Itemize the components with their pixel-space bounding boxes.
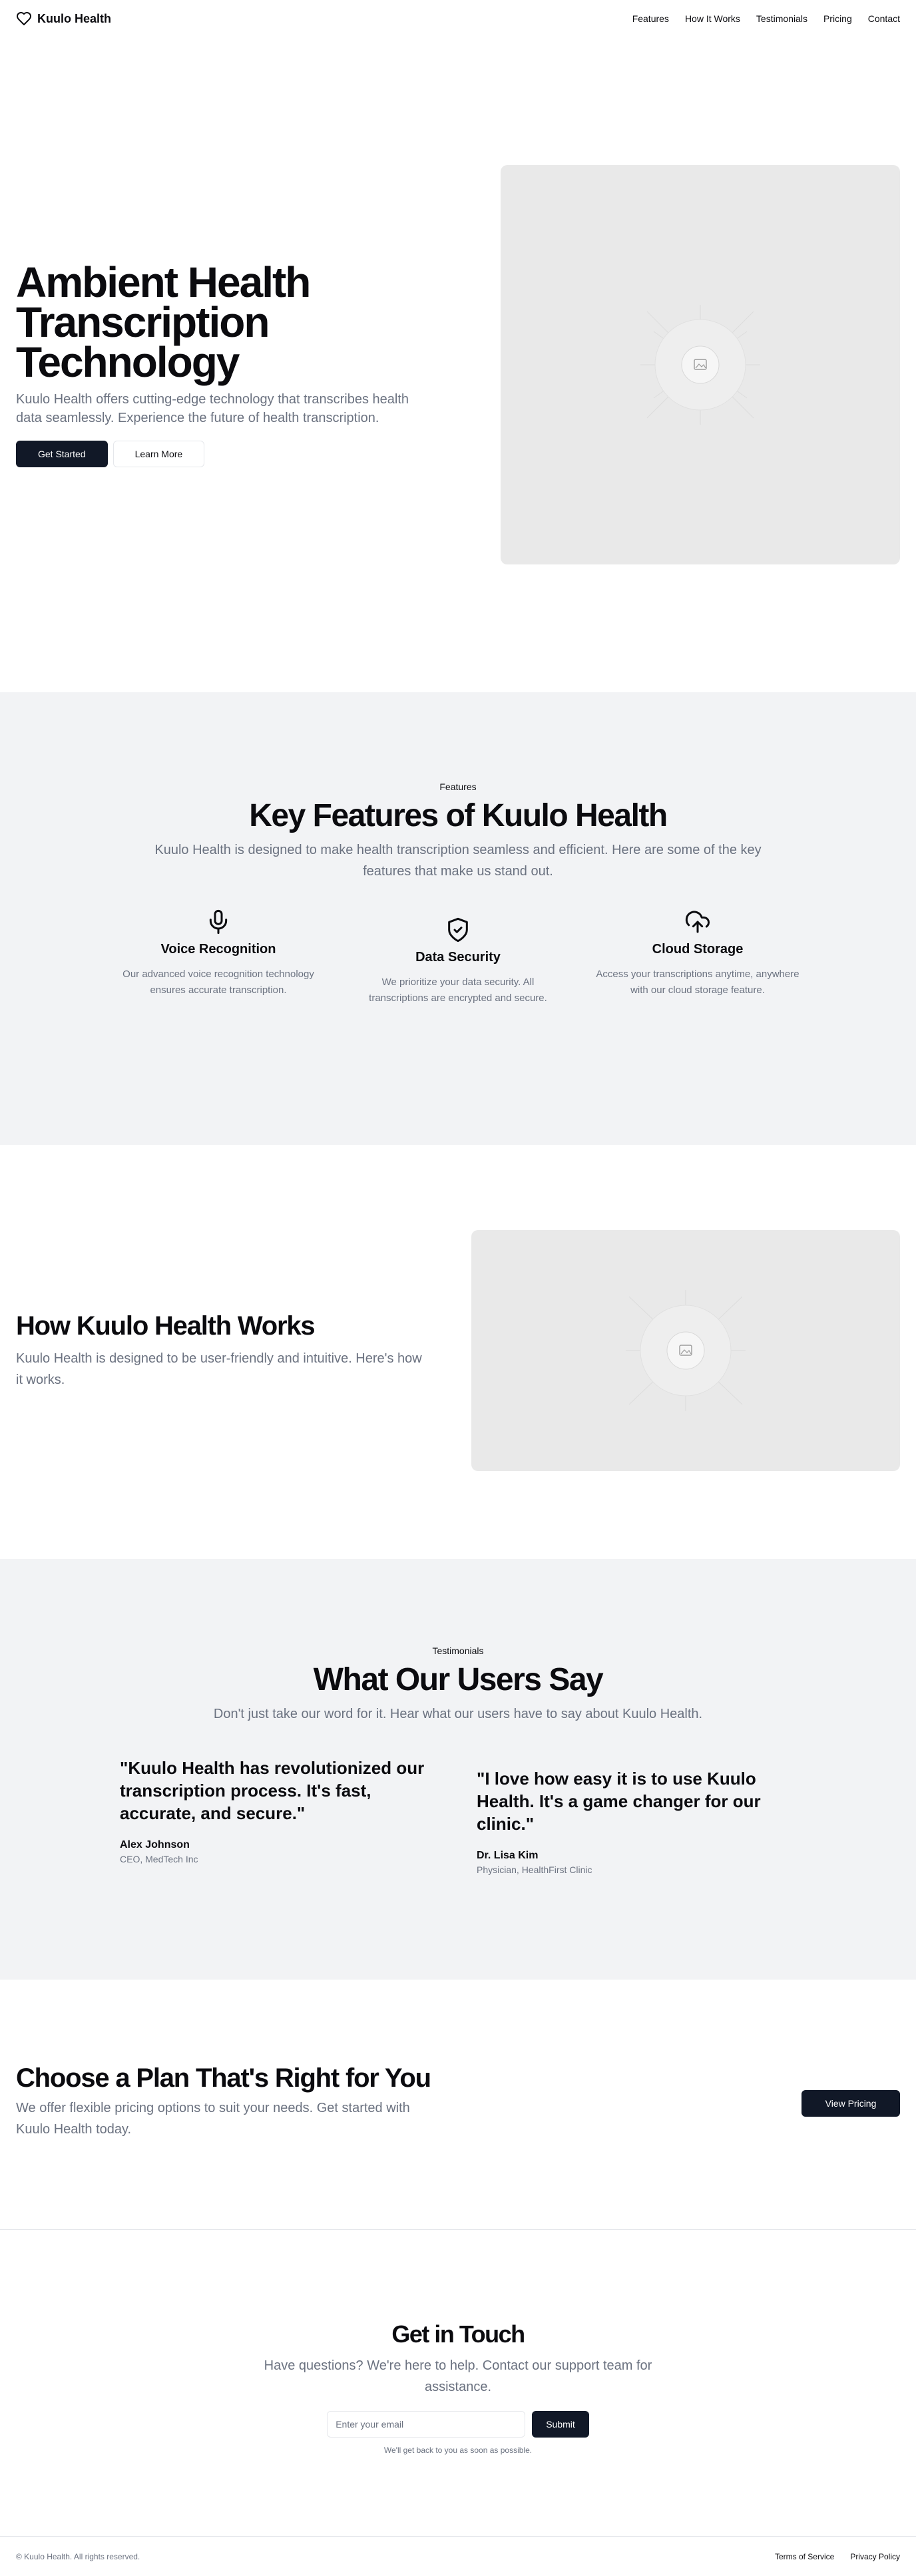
testimonial-quote: "I love how easy it is to use Kuulo Heal… [477, 1769, 761, 1834]
testimonial-role: Physician, HealthFirst Clinic [477, 1864, 592, 1875]
get-started-button[interactable]: Get Started [16, 441, 108, 467]
feature-card-voice-recognition: Voice Recognition Our advanced voice rec… [112, 909, 325, 1006]
features-grid: Voice Recognition Our advanced voice rec… [0, 909, 916, 1006]
testimonial-author: Dr. Lisa Kim [477, 1850, 539, 1861]
privacy-policy-link[interactable]: Privacy Policy [850, 2552, 900, 2561]
terms-of-service-link[interactable]: Terms of Service [775, 2552, 834, 2561]
how-it-works-section: How Kuulo Health Works Kuulo Health is d… [0, 1145, 916, 1559]
nav-link-how-it-works[interactable]: How It Works [685, 13, 740, 24]
landing-page: Kuulo Health Features How It Works Testi… [0, 0, 916, 2576]
feature-title: Cloud Storage [652, 942, 744, 957]
site-footer: © Kuulo Health. All rights reserved. Ter… [0, 2536, 916, 2576]
testimonials-subtitle: Don't just take our word for it. Hear wh… [213, 1707, 703, 1721]
features-subtitle: Kuulo Health is designed to make health … [154, 843, 762, 879]
contact-note: We'll get back to you as soon as possibl… [383, 2446, 533, 2455]
pricing-subtitle: We offer flexible pricing options to sui… [16, 2101, 410, 2137]
contact-title: Get in Touch [391, 2320, 525, 2348]
nav-link-contact[interactable]: Contact [868, 13, 900, 24]
features-section: Features Key Features of Kuulo Health Ku… [0, 692, 916, 1145]
testimonial-quote: "Kuulo Health has revolutionized our tra… [120, 1758, 425, 1823]
submit-button[interactable]: Submit [532, 2411, 589, 2438]
footer-links: Terms of Service Privacy Policy [775, 2552, 900, 2561]
learn-more-button[interactable]: Learn More [113, 441, 205, 467]
feature-card-cloud-storage: Cloud Storage Access your transcriptions… [591, 909, 804, 1006]
main-nav: Features How It Works Testimonials Prici… [632, 13, 900, 24]
feature-card-data-security: Data Security We prioritize your data se… [351, 917, 565, 1006]
nav-link-pricing[interactable]: Pricing [823, 13, 852, 24]
testimonials-eyebrow: Testimonials [432, 1645, 484, 1656]
testimonial-role: CEO, MedTech Inc [120, 1854, 198, 1864]
hero-section: Ambient Health Transcription Technology … [0, 37, 916, 692]
hero-subtitle: Kuulo Health offers cutting-edge technol… [16, 392, 409, 425]
microphone-icon [209, 909, 228, 935]
placeholder-graphic [471, 1230, 900, 1471]
email-input[interactable] [327, 2411, 526, 2438]
feature-description: We prioritize your data security. All tr… [369, 976, 547, 1004]
how-it-works-content: How Kuulo Health Works Kuulo Health is d… [16, 1311, 429, 1391]
placeholder-graphic [501, 165, 900, 564]
brand[interactable]: Kuulo Health [16, 11, 111, 27]
hero-buttons: Get Started Learn More [16, 441, 415, 467]
image-placeholder-icon [626, 1290, 746, 1411]
how-it-works-subtitle: Kuulo Health is designed to be user-frie… [16, 1351, 422, 1387]
hero-image-placeholder [501, 165, 900, 564]
contact-subtitle: Have questions? We're here to help. Cont… [264, 2358, 652, 2394]
features-title: Key Features of Kuulo Health [249, 798, 668, 833]
image-placeholder-icon [640, 305, 760, 425]
cloud-upload-icon [685, 911, 710, 933]
how-it-works-title: How Kuulo Health Works [16, 1311, 316, 1341]
pricing-title: Choose a Plan That's Right for You [16, 2063, 431, 2093]
feature-description: Access your transcriptions anytime, anyw… [596, 968, 800, 996]
pricing-section: Choose a Plan That's Right for You We of… [0, 1980, 916, 2230]
hero-content: Ambient Health Transcription Technology … [16, 258, 415, 467]
testimonial-author: Alex Johnson [120, 1839, 190, 1850]
testimonial-card: "I love how easy it is to use Kuulo Heal… [477, 1767, 796, 1875]
contact-section: Get in Touch Have questions? We're here … [0, 2230, 916, 2536]
view-pricing-button[interactable]: View Pricing [802, 2090, 900, 2117]
shield-check-icon [448, 917, 468, 943]
hero-title: Ambient Health Transcription Technology [16, 258, 311, 386]
feature-description: Our advanced voice recognition technolog… [122, 968, 314, 996]
copyright-text: © Kuulo Health. All rights reserved. [16, 2551, 140, 2561]
how-it-works-image-placeholder [471, 1230, 900, 1471]
feature-title: Voice Recognition [160, 942, 276, 957]
testimonials-title: What Our Users Say [313, 1662, 604, 1697]
nav-link-testimonials[interactable]: Testimonials [756, 13, 807, 24]
testimonials-grid: "Kuulo Health has revolutionized our tra… [0, 1757, 916, 1875]
nav-link-features[interactable]: Features [632, 13, 669, 24]
site-header: Kuulo Health Features How It Works Testi… [0, 0, 916, 37]
brand-name: Kuulo Health [37, 11, 111, 25]
heart-icon [17, 12, 31, 25]
pricing-content: Choose a Plan That's Right for You We of… [16, 2063, 442, 2140]
testimonial-card: "Kuulo Health has revolutionized our tra… [120, 1757, 439, 1875]
contact-form: Submit [0, 2411, 916, 2438]
features-eyebrow: Features [439, 781, 477, 792]
feature-title: Data Security [415, 950, 501, 965]
testimonials-section: Testimonials What Our Users Say Don't ju… [0, 1559, 916, 1980]
